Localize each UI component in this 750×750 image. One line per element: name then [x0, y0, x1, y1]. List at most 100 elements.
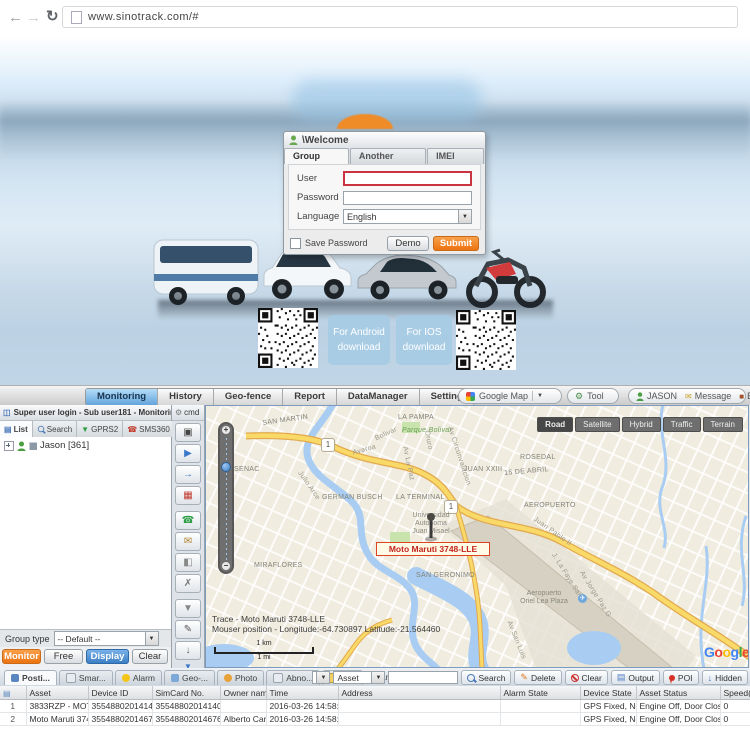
user-input[interactable] [343, 171, 472, 186]
bottom-controls: ▼ Asset ▼ Search ✎ Delete Clear ▤ Output [312, 670, 748, 685]
asset-filter-select[interactable]: Asset ▼ [333, 671, 385, 684]
header-alarm-state[interactable]: Alarm State [500, 686, 580, 700]
street-label: JUAN XXIII [464, 466, 502, 473]
filter-input[interactable] [388, 671, 458, 684]
chevron-down-icon[interactable]: ▼ [316, 672, 329, 683]
map-type-terrain[interactable]: Terrain [703, 417, 743, 432]
map-type-satellite[interactable]: Satellite [575, 417, 619, 432]
cmd-screen-button[interactable]: ▣ [175, 423, 201, 442]
chevron-down-icon[interactable]: ▼ [371, 672, 384, 683]
tree-item-jason[interactable]: Jason [361] [0, 437, 171, 451]
free-button[interactable]: Free [44, 649, 83, 664]
group-type-select[interactable]: -- Default -- ▼ [54, 631, 159, 646]
map-zoom-slider[interactable]: + − [218, 422, 234, 574]
zoom-out-icon[interactable]: − [222, 562, 230, 570]
tab-gprs[interactable]: ▼ GPRS2 [77, 421, 123, 437]
chevron-down-icon[interactable]: ▼ [145, 632, 158, 645]
chevron-down-icon[interactable]: ▼ [537, 393, 543, 399]
header-simcard[interactable]: SimCard No. [152, 686, 220, 700]
save-password-checkbox[interactable] [290, 238, 301, 249]
ios-download-button[interactable]: For IOS download [396, 315, 452, 365]
table-row[interactable]: 2 Moto Maruti 3748-LL 355488020146769 35… [0, 713, 750, 726]
pencil-icon: ✎ [184, 624, 192, 635]
map-type-road[interactable]: Road [537, 417, 573, 432]
tab-geofence[interactable]: Geo-... [164, 670, 215, 685]
header-device-state[interactable]: Device State [580, 686, 636, 700]
back-icon[interactable]: ← [8, 6, 23, 30]
header-owner[interactable]: Owner name [220, 686, 266, 700]
submit-button[interactable]: Submit [433, 236, 479, 251]
zoom-in-icon[interactable]: + [222, 426, 230, 434]
vehicle-marker[interactable] [425, 512, 437, 542]
cmd-schedule-button[interactable]: ▦ [175, 486, 201, 505]
language-select[interactable]: English ▼ [343, 209, 472, 224]
header-asset[interactable]: Asset [26, 686, 88, 700]
header-speed[interactable]: Speed(km/h) [720, 686, 750, 700]
reload-icon[interactable]: ↻ [46, 5, 59, 29]
expand-icon[interactable] [4, 441, 14, 451]
delete-button[interactable]: ✎ Delete [514, 670, 561, 685]
cmd-close-button[interactable]: ✗ [175, 574, 201, 593]
header-time[interactable]: Time [266, 686, 338, 700]
tab-alarm[interactable]: Alarm [115, 670, 162, 685]
tab-search[interactable]: Search [33, 421, 77, 437]
cmd-send-button[interactable]: → [175, 465, 201, 484]
header-select[interactable]: ▤ [0, 686, 26, 700]
cmd-playback-button[interactable]: ▶ [175, 444, 201, 463]
tab-geo-fence[interactable]: Geo-fence [214, 389, 283, 405]
user-menu[interactable]: JASON [636, 391, 677, 401]
map-canvas[interactable]: Road Satellite Hybrid Traffic Terrain + … [205, 405, 749, 668]
tab-report[interactable]: Report [283, 389, 337, 405]
password-input[interactable] [343, 191, 472, 205]
tab-history[interactable]: History [158, 389, 214, 405]
output-button[interactable]: ▤ Output [611, 670, 660, 685]
header-device-id[interactable]: Device ID [88, 686, 152, 700]
header-asset-status[interactable]: Asset Status [636, 686, 720, 700]
tab-photo[interactable]: Photo [217, 670, 264, 685]
tab-group-user[interactable]: Group User [284, 148, 349, 164]
search-icon [38, 426, 44, 432]
tab-list[interactable]: ▤ List [0, 421, 33, 437]
list-icon: ▤ [4, 425, 12, 434]
forward-icon[interactable]: → [26, 6, 41, 30]
clear-button[interactable]: Clear [132, 649, 168, 664]
cmd-filter-button[interactable]: ▼ [175, 599, 201, 618]
vehicle-marker-label[interactable]: Moto Maruti 3748-LLE [376, 542, 490, 556]
address-bar[interactable]: www.sinotrack.com/# [62, 6, 738, 28]
tool-button[interactable]: ⚙ Tool [567, 388, 619, 404]
tab-imei-user[interactable]: IMEI User [427, 148, 484, 164]
cmd-media-button[interactable]: ◧ [175, 553, 201, 572]
search-button[interactable]: Search [461, 670, 511, 685]
display-button[interactable]: Display [86, 649, 129, 664]
street-label: MIRAFLORES [254, 562, 303, 569]
zoom-handle[interactable] [221, 462, 231, 472]
notice-select[interactable]: ▼ [312, 671, 330, 684]
poi-button[interactable]: POI [663, 670, 699, 685]
android-download-button[interactable]: For Android download [328, 315, 390, 365]
demo-button[interactable]: Demo [387, 236, 429, 251]
street-label: LA TERMINAL [396, 494, 445, 501]
monitor-button[interactable]: Monitor [2, 649, 41, 664]
geofence-icon [171, 674, 179, 682]
map-type-hybrid[interactable]: Hybrid [622, 417, 661, 432]
cmd-message-button[interactable]: ✉ [175, 532, 201, 551]
map-type-traffic[interactable]: Traffic [663, 417, 701, 432]
header-address[interactable]: Address [338, 686, 500, 700]
hidden-button[interactable]: ↓ Hidden [702, 670, 748, 685]
cmd-cart-button[interactable]: ↓ [175, 641, 201, 660]
tab-position[interactable]: Posti... [4, 670, 57, 685]
cmd-call-button[interactable]: ☎ [175, 511, 201, 530]
tab-datamanager[interactable]: DataManager [337, 389, 420, 405]
clear-button[interactable]: Clear [565, 670, 608, 685]
exit-button[interactable]: ■ Exit [739, 391, 750, 401]
tab-another-name[interactable]: Another Name [350, 148, 426, 164]
tab-monitoring[interactable]: Monitoring [86, 389, 158, 405]
tab-sms[interactable]: ☎ SMS360 [123, 421, 174, 437]
table-row[interactable]: 1 3833RZP - MOTO 355488020141408 3554880… [0, 700, 750, 713]
map-provider-select[interactable]: Google Map ▼ [458, 388, 562, 404]
message-button[interactable]: ✉ Message [685, 391, 731, 401]
url-text[interactable]: www.sinotrack.com/# [88, 11, 199, 23]
cmd-edit-button[interactable]: ✎ [175, 620, 201, 639]
tab-smart[interactable]: Smar... [59, 670, 113, 685]
chevron-down-icon[interactable]: ▼ [458, 210, 471, 223]
